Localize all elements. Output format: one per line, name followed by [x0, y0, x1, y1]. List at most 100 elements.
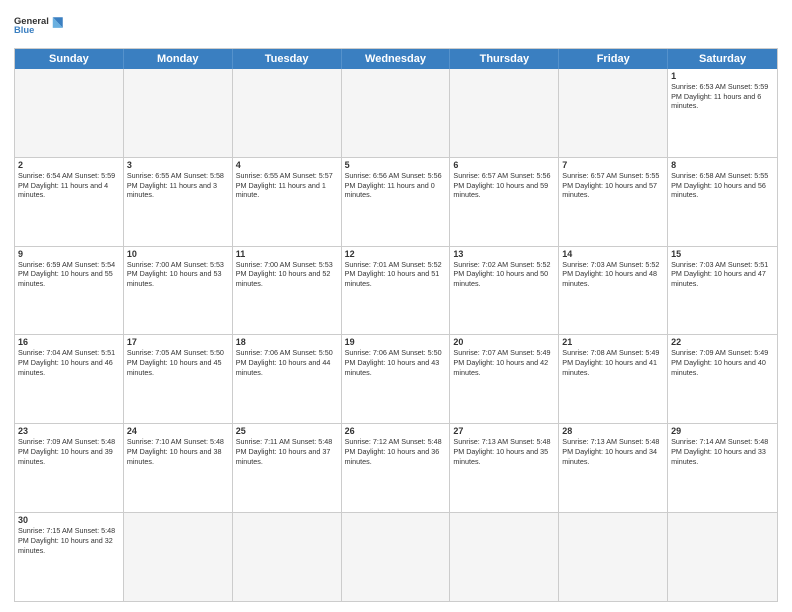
header-wednesday: Wednesday: [342, 49, 451, 69]
calendar-cell: 25Sunrise: 7:11 AM Sunset: 5:48 PM Dayli…: [233, 424, 342, 512]
logo-svg: General Blue: [14, 12, 64, 40]
calendar-cell: 15Sunrise: 7:03 AM Sunset: 5:51 PM Dayli…: [668, 247, 777, 335]
calendar-week-6: 30Sunrise: 7:15 AM Sunset: 5:48 PM Dayli…: [15, 513, 777, 601]
calendar-cell: 8Sunrise: 6:58 AM Sunset: 5:55 PM Daylig…: [668, 158, 777, 246]
day-info: Sunrise: 7:03 AM Sunset: 5:51 PM Dayligh…: [671, 260, 774, 289]
calendar-cell: 1Sunrise: 6:53 AM Sunset: 5:59 PM Daylig…: [668, 69, 777, 157]
day-info: Sunrise: 7:10 AM Sunset: 5:48 PM Dayligh…: [127, 437, 229, 466]
day-info: Sunrise: 7:01 AM Sunset: 5:52 PM Dayligh…: [345, 260, 447, 289]
day-number: 26: [345, 426, 447, 436]
calendar-body: 1Sunrise: 6:53 AM Sunset: 5:59 PM Daylig…: [15, 69, 777, 601]
day-info: Sunrise: 7:05 AM Sunset: 5:50 PM Dayligh…: [127, 348, 229, 377]
day-info: Sunrise: 7:00 AM Sunset: 5:53 PM Dayligh…: [127, 260, 229, 289]
day-number: 12: [345, 249, 447, 259]
day-info: Sunrise: 6:55 AM Sunset: 5:58 PM Dayligh…: [127, 171, 229, 200]
calendar-cell: [668, 513, 777, 601]
day-number: 27: [453, 426, 555, 436]
calendar-cell: 10Sunrise: 7:00 AM Sunset: 5:53 PM Dayli…: [124, 247, 233, 335]
calendar-cell: [559, 513, 668, 601]
calendar-cell: 12Sunrise: 7:01 AM Sunset: 5:52 PM Dayli…: [342, 247, 451, 335]
calendar-cell: 26Sunrise: 7:12 AM Sunset: 5:48 PM Dayli…: [342, 424, 451, 512]
day-info: Sunrise: 6:57 AM Sunset: 5:55 PM Dayligh…: [562, 171, 664, 200]
day-number: 15: [671, 249, 774, 259]
calendar-cell: 14Sunrise: 7:03 AM Sunset: 5:52 PM Dayli…: [559, 247, 668, 335]
day-number: 8: [671, 160, 774, 170]
day-info: Sunrise: 7:03 AM Sunset: 5:52 PM Dayligh…: [562, 260, 664, 289]
day-number: 4: [236, 160, 338, 170]
day-number: 14: [562, 249, 664, 259]
day-info: Sunrise: 7:12 AM Sunset: 5:48 PM Dayligh…: [345, 437, 447, 466]
calendar-cell: [233, 513, 342, 601]
calendar-cell: 4Sunrise: 6:55 AM Sunset: 5:57 PM Daylig…: [233, 158, 342, 246]
day-number: 24: [127, 426, 229, 436]
calendar-cell: 5Sunrise: 6:56 AM Sunset: 5:56 PM Daylig…: [342, 158, 451, 246]
header: General Blue: [14, 10, 778, 40]
day-number: 10: [127, 249, 229, 259]
calendar-cell: 24Sunrise: 7:10 AM Sunset: 5:48 PM Dayli…: [124, 424, 233, 512]
day-info: Sunrise: 6:53 AM Sunset: 5:59 PM Dayligh…: [671, 82, 774, 111]
day-info: Sunrise: 7:11 AM Sunset: 5:48 PM Dayligh…: [236, 437, 338, 466]
day-number: 7: [562, 160, 664, 170]
calendar-week-4: 16Sunrise: 7:04 AM Sunset: 5:51 PM Dayli…: [15, 335, 777, 424]
day-info: Sunrise: 6:57 AM Sunset: 5:56 PM Dayligh…: [453, 171, 555, 200]
calendar: Sunday Monday Tuesday Wednesday Thursday…: [14, 48, 778, 602]
day-number: 21: [562, 337, 664, 347]
day-number: 17: [127, 337, 229, 347]
calendar-cell: [15, 69, 124, 157]
day-info: Sunrise: 7:06 AM Sunset: 5:50 PM Dayligh…: [345, 348, 447, 377]
header-saturday: Saturday: [668, 49, 777, 69]
calendar-cell: 6Sunrise: 6:57 AM Sunset: 5:56 PM Daylig…: [450, 158, 559, 246]
day-number: 3: [127, 160, 229, 170]
day-info: Sunrise: 6:58 AM Sunset: 5:55 PM Dayligh…: [671, 171, 774, 200]
day-info: Sunrise: 7:04 AM Sunset: 5:51 PM Dayligh…: [18, 348, 120, 377]
day-number: 2: [18, 160, 120, 170]
day-number: 9: [18, 249, 120, 259]
page: General Blue Sunday Monday Tuesday Wedne…: [0, 0, 792, 612]
calendar-cell: [450, 69, 559, 157]
day-number: 19: [345, 337, 447, 347]
day-number: 20: [453, 337, 555, 347]
calendar-cell: 16Sunrise: 7:04 AM Sunset: 5:51 PM Dayli…: [15, 335, 124, 423]
calendar-cell: 19Sunrise: 7:06 AM Sunset: 5:50 PM Dayli…: [342, 335, 451, 423]
calendar-cell: 30Sunrise: 7:15 AM Sunset: 5:48 PM Dayli…: [15, 513, 124, 601]
header-sunday: Sunday: [15, 49, 124, 69]
day-number: 23: [18, 426, 120, 436]
header-monday: Monday: [124, 49, 233, 69]
calendar-cell: 9Sunrise: 6:59 AM Sunset: 5:54 PM Daylig…: [15, 247, 124, 335]
header-friday: Friday: [559, 49, 668, 69]
calendar-cell: 20Sunrise: 7:07 AM Sunset: 5:49 PM Dayli…: [450, 335, 559, 423]
day-info: Sunrise: 6:55 AM Sunset: 5:57 PM Dayligh…: [236, 171, 338, 200]
calendar-cell: 11Sunrise: 7:00 AM Sunset: 5:53 PM Dayli…: [233, 247, 342, 335]
day-number: 22: [671, 337, 774, 347]
calendar-cell: 7Sunrise: 6:57 AM Sunset: 5:55 PM Daylig…: [559, 158, 668, 246]
calendar-cell: [124, 513, 233, 601]
day-info: Sunrise: 7:14 AM Sunset: 5:48 PM Dayligh…: [671, 437, 774, 466]
calendar-header: Sunday Monday Tuesday Wednesday Thursday…: [15, 49, 777, 69]
day-info: Sunrise: 7:08 AM Sunset: 5:49 PM Dayligh…: [562, 348, 664, 377]
calendar-cell: 17Sunrise: 7:05 AM Sunset: 5:50 PM Dayli…: [124, 335, 233, 423]
calendar-cell: 3Sunrise: 6:55 AM Sunset: 5:58 PM Daylig…: [124, 158, 233, 246]
calendar-cell: 2Sunrise: 6:54 AM Sunset: 5:59 PM Daylig…: [15, 158, 124, 246]
day-number: 28: [562, 426, 664, 436]
day-info: Sunrise: 6:56 AM Sunset: 5:56 PM Dayligh…: [345, 171, 447, 200]
day-number: 25: [236, 426, 338, 436]
calendar-cell: [559, 69, 668, 157]
calendar-cell: 18Sunrise: 7:06 AM Sunset: 5:50 PM Dayli…: [233, 335, 342, 423]
calendar-cell: 21Sunrise: 7:08 AM Sunset: 5:49 PM Dayli…: [559, 335, 668, 423]
calendar-week-3: 9Sunrise: 6:59 AM Sunset: 5:54 PM Daylig…: [15, 247, 777, 336]
day-number: 13: [453, 249, 555, 259]
day-number: 1: [671, 71, 774, 81]
calendar-week-5: 23Sunrise: 7:09 AM Sunset: 5:48 PM Dayli…: [15, 424, 777, 513]
day-number: 16: [18, 337, 120, 347]
day-number: 29: [671, 426, 774, 436]
calendar-cell: 27Sunrise: 7:13 AM Sunset: 5:48 PM Dayli…: [450, 424, 559, 512]
calendar-cell: [233, 69, 342, 157]
header-tuesday: Tuesday: [233, 49, 342, 69]
day-number: 30: [18, 515, 120, 525]
calendar-cell: 28Sunrise: 7:13 AM Sunset: 5:48 PM Dayli…: [559, 424, 668, 512]
calendar-cell: [342, 513, 451, 601]
calendar-cell: 13Sunrise: 7:02 AM Sunset: 5:52 PM Dayli…: [450, 247, 559, 335]
day-info: Sunrise: 7:06 AM Sunset: 5:50 PM Dayligh…: [236, 348, 338, 377]
calendar-week-2: 2Sunrise: 6:54 AM Sunset: 5:59 PM Daylig…: [15, 158, 777, 247]
day-info: Sunrise: 7:15 AM Sunset: 5:48 PM Dayligh…: [18, 526, 120, 555]
